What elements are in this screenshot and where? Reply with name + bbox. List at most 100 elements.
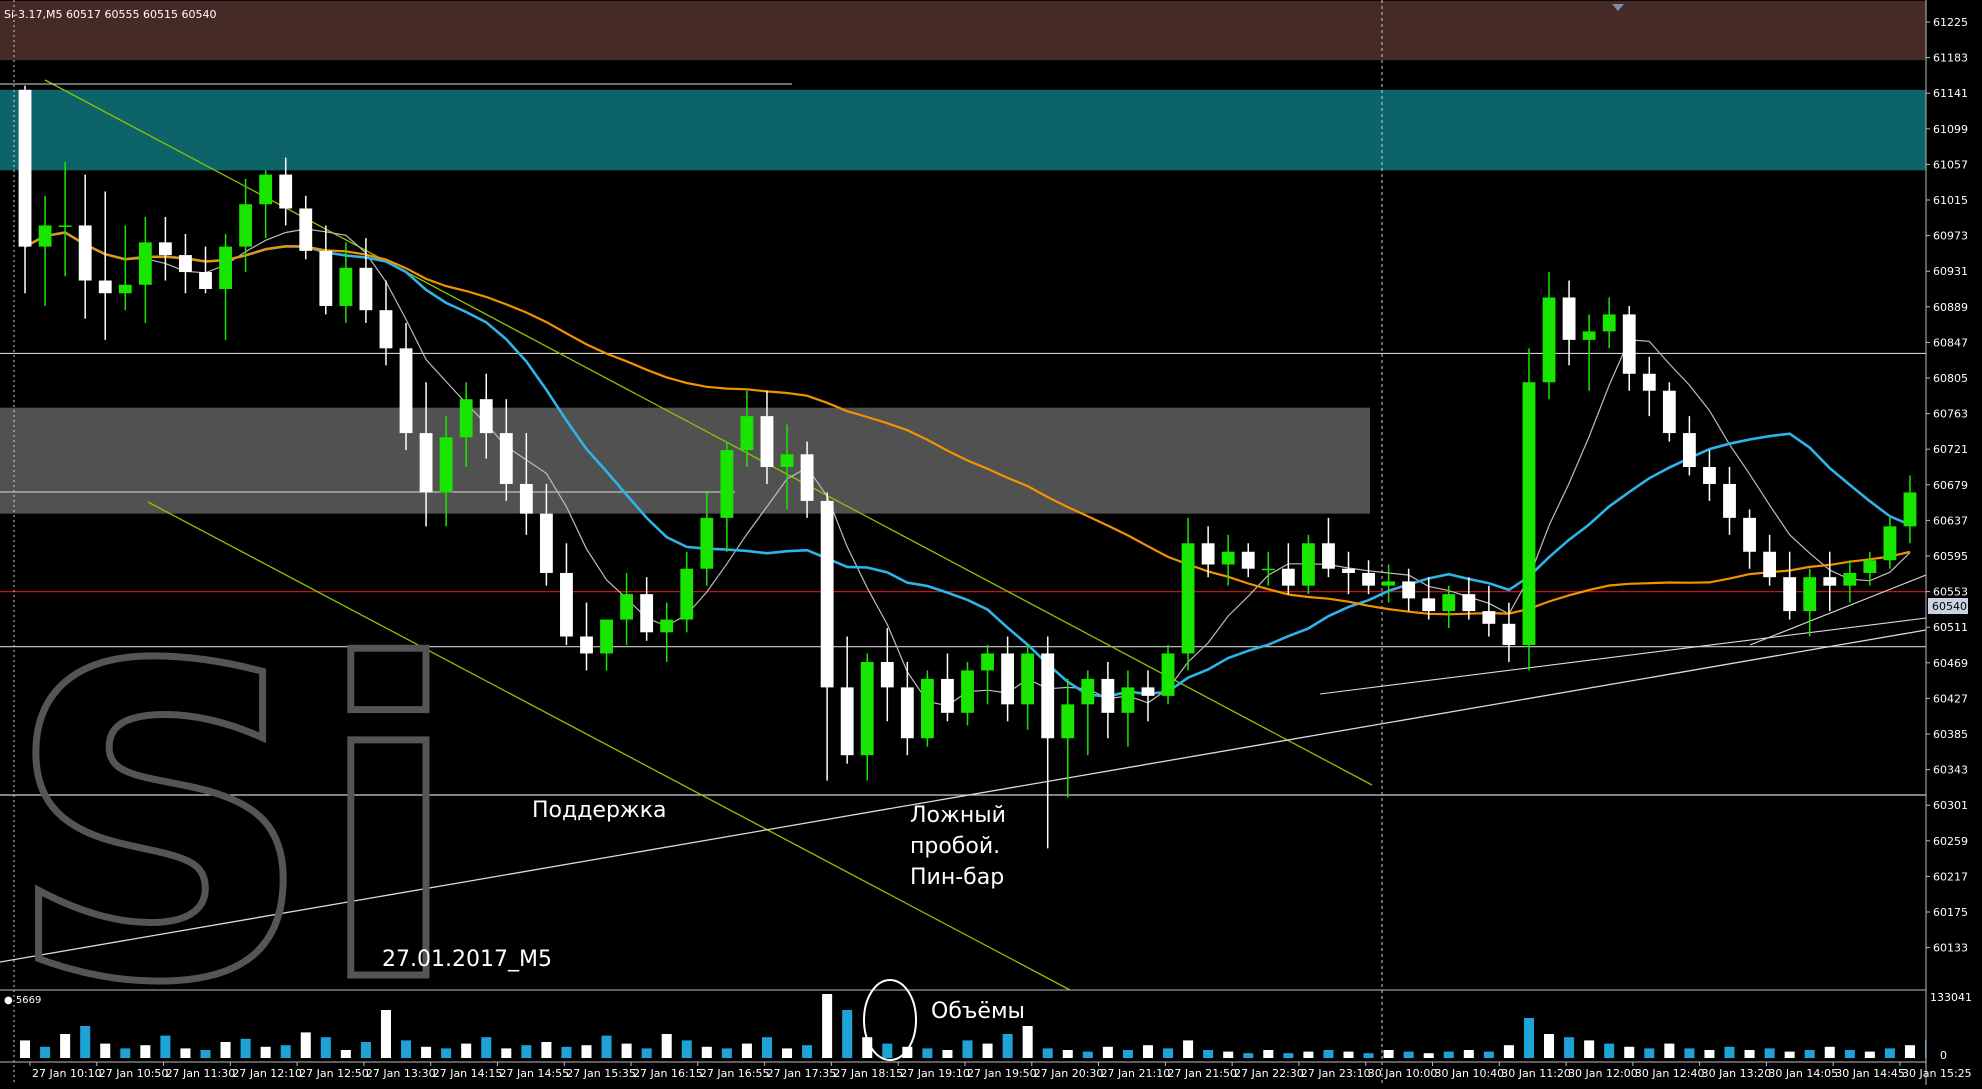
volume-bar-14	[300, 1032, 311, 1058]
chart-canvas[interactable]: Si 61225 61183 61141 61099 61057 61015 60973 60…	[0, 0, 1982, 1085]
price-tick-label-3: 61099	[1933, 123, 1968, 136]
trading-chart[interactable]: Si 61225 61183 61141 61099 61057 61015 60973 60…	[0, 0, 1982, 1085]
volume-bar-28	[581, 1045, 592, 1058]
volume-bar-38	[782, 1048, 793, 1058]
candle-body-4	[98, 280, 112, 294]
candle-body-92	[1863, 560, 1877, 573]
volume-bar-22	[461, 1043, 472, 1058]
volume-bar-25	[521, 1045, 532, 1058]
time-tick-label-6: 27 Jan 14:15	[433, 1067, 503, 1080]
time-tick-label-19: 27 Jan 23:10	[1301, 1067, 1371, 1080]
price-tick-label-19: 60427	[1933, 692, 1968, 705]
volume-bar-34	[701, 1046, 712, 1058]
chart-header-symbol: Si-3.17,M5 60517 60555 60515 60540	[4, 8, 216, 21]
candle-body-50	[1021, 653, 1035, 705]
volume-bar-5	[120, 1048, 131, 1058]
volume-bar-15	[320, 1037, 331, 1058]
volume-bar-1	[40, 1046, 51, 1058]
candle-body-78	[1582, 331, 1596, 340]
candle-body-18	[379, 310, 393, 349]
volume-bar-76	[1544, 1034, 1555, 1058]
volume-bar-27	[561, 1046, 572, 1058]
volume-bar-66	[1343, 1051, 1354, 1058]
candle-body-45	[920, 678, 934, 739]
candle-body-79	[1602, 314, 1616, 332]
volume-bar-94	[1904, 1045, 1915, 1058]
price-tick-label-15: 60595	[1933, 550, 1968, 563]
volume-bar-72	[1463, 1050, 1474, 1058]
candle-body-86	[1743, 517, 1756, 552]
candle-body-93	[1883, 526, 1897, 561]
price-tick-label-4: 61057	[1933, 158, 1968, 171]
volume-bar-4	[100, 1043, 111, 1058]
volume-bar-40	[822, 994, 833, 1058]
candle-body-53	[1081, 678, 1095, 705]
time-tick-label-27: 30 Jan 14:45	[1835, 1067, 1905, 1080]
time-tick-label-7: 27 Jan 14:55	[500, 1067, 570, 1080]
candle-body-72	[1462, 594, 1476, 612]
time-tick-label-0: 27 Jan 10:10	[32, 1067, 102, 1080]
price-tick-label-17: 60511	[1933, 621, 1968, 634]
candle-body-7	[158, 242, 172, 256]
candle-body-65	[1322, 543, 1335, 569]
volume-bar-85	[1724, 1046, 1735, 1058]
volume-bar-59	[1203, 1050, 1214, 1058]
candle-body-69	[1402, 581, 1416, 599]
volume-bar-12	[260, 1046, 271, 1058]
candle-body-19	[399, 348, 413, 434]
candle-body-64	[1301, 543, 1315, 586]
candle-body-68	[1382, 581, 1396, 586]
candle-body-24	[499, 433, 513, 484]
zone-range	[0, 407, 1370, 514]
volume-bar-93	[1884, 1048, 1895, 1058]
volume-bar-43	[882, 1043, 893, 1058]
time-tick-label-10: 27 Jan 16:55	[700, 1067, 770, 1080]
candle-body-63	[1281, 568, 1295, 586]
candle-body-3	[78, 225, 92, 281]
volume-bar-20	[421, 1046, 432, 1058]
volume-bar-67	[1363, 1053, 1374, 1058]
candle-body-5	[118, 284, 132, 294]
price-tick-label-24: 60217	[1933, 870, 1968, 883]
candle-body-14	[299, 208, 313, 251]
candle-body-23	[479, 399, 493, 434]
volume-bar-74	[1503, 1045, 1514, 1058]
time-tick-label-8: 27 Jan 15:35	[566, 1067, 636, 1080]
volume-bar-56	[1142, 1045, 1153, 1058]
false-breakout-line2: пробой.	[910, 834, 1000, 859]
volume-bar-64	[1303, 1051, 1314, 1058]
volume-bar-45	[922, 1048, 933, 1058]
candle-body-94	[1903, 492, 1917, 527]
candle-body-37	[760, 416, 774, 467]
price-tick-label-1: 61183	[1933, 52, 1968, 65]
candle-body-42	[860, 661, 874, 756]
candle-body-35	[720, 450, 734, 518]
candle-body-20	[419, 433, 433, 493]
time-tick-label-5: 27 Jan 13:30	[366, 1067, 436, 1080]
volume-bar-54	[1102, 1046, 1113, 1058]
price-tick-label-26: 60133	[1933, 942, 1968, 955]
candle-body-6	[138, 242, 152, 285]
volume-bar-21	[441, 1048, 452, 1058]
volume-bar-23	[481, 1037, 492, 1058]
candle-body-36	[740, 416, 754, 451]
candle-body-41	[840, 687, 854, 756]
candle-body-89	[1803, 577, 1817, 612]
time-tick-label-21: 30 Jan 10:40	[1435, 1067, 1505, 1080]
time-tick-label-12: 27 Jan 18:15	[833, 1067, 903, 1080]
price-tick-label-18: 60469	[1933, 657, 1968, 670]
volume-bar-24	[501, 1048, 512, 1058]
candle-body-74	[1502, 623, 1516, 645]
volume-bar-71	[1443, 1051, 1454, 1058]
false-breakout-line3: Пин-бар	[910, 865, 1004, 890]
candle-body-28	[580, 636, 593, 654]
candle-body-2	[58, 225, 72, 227]
volume-bar-46	[942, 1050, 953, 1058]
volume-bar-53	[1082, 1051, 1093, 1058]
volume-bar-92	[1864, 1051, 1875, 1058]
candle-body-22	[459, 399, 473, 438]
volume-bar-47	[962, 1040, 973, 1058]
volume-bar-86	[1744, 1050, 1755, 1058]
volume-bar-77	[1564, 1037, 1575, 1058]
volume-bar-82	[1664, 1043, 1675, 1058]
